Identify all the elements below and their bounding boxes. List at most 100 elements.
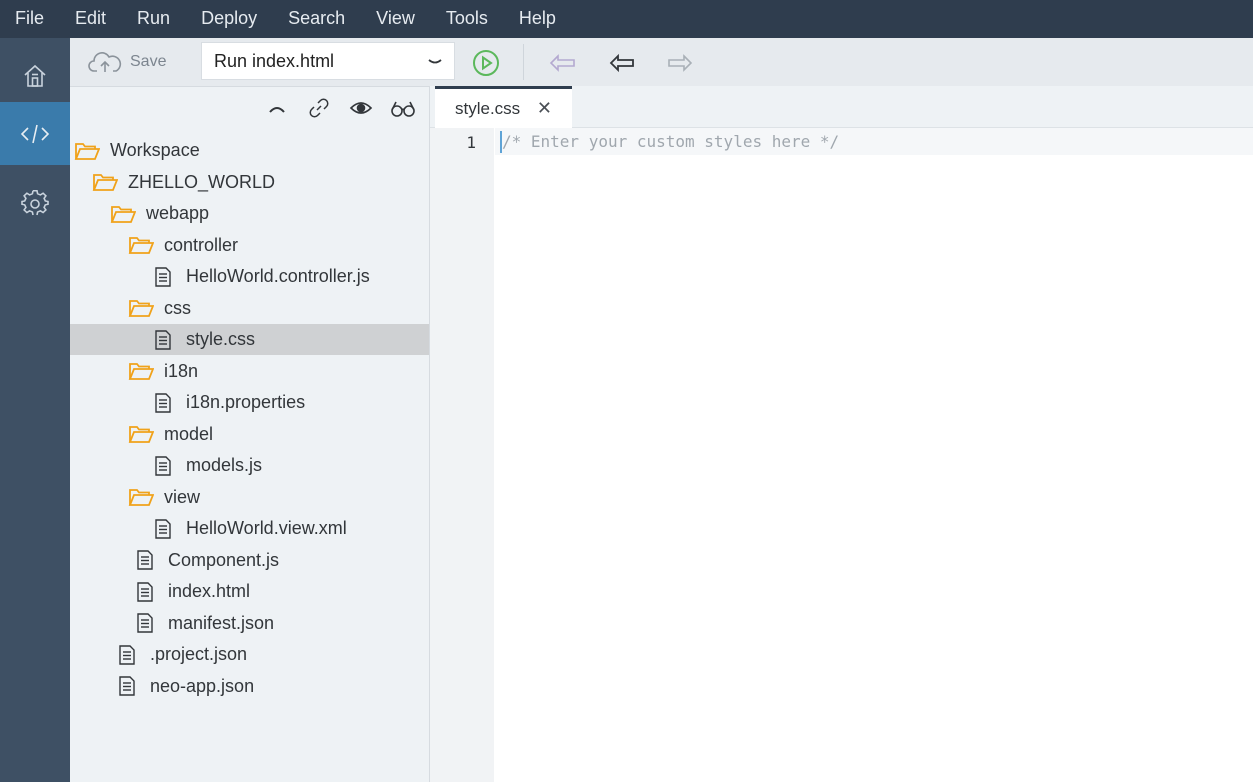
tree-node-label: HelloWorld.controller.js [186, 266, 370, 286]
link-icon [309, 98, 329, 118]
menu-help[interactable]: Help [503, 8, 571, 31]
tree-node-label: Workspace [110, 140, 200, 160]
tree-node-label: style.css [186, 329, 256, 349]
tree-file[interactable]: manifest.json [70, 608, 429, 639]
close-icon[interactable]: ✕ [537, 98, 552, 119]
menu-search[interactable]: Search [272, 8, 360, 31]
run-configuration-select[interactable]: Run index.html [201, 42, 455, 80]
toolbar: Save Run index.html [70, 38, 1253, 87]
folder-open-icon [74, 138, 100, 164]
tree-file[interactable]: style.css [70, 324, 429, 355]
file-icon [150, 390, 176, 416]
tree-file[interactable]: models.js [70, 450, 429, 481]
folder-open-icon [128, 295, 154, 321]
home-button[interactable] [0, 44, 70, 107]
run-configuration-value: Run index.html [214, 50, 335, 71]
home-icon [24, 64, 46, 87]
tree-node-label: view [164, 486, 201, 507]
tree-node-label: Component.js [168, 549, 280, 570]
preview-button[interactable] [389, 95, 417, 121]
development-button[interactable] [0, 102, 70, 165]
tree-node-label: i18n.properties [186, 392, 306, 412]
tree-folder[interactable]: model [70, 419, 429, 450]
arrow-right-icon [668, 54, 693, 72]
run-button[interactable] [470, 47, 502, 79]
tree-node-label: controller [164, 234, 239, 255]
save-button[interactable]: Save [88, 49, 166, 75]
line-number-gutter: 1 [430, 128, 494, 782]
file-icon [132, 547, 158, 573]
file-icon [150, 516, 176, 542]
tree-folder[interactable]: view [70, 482, 429, 513]
folder-open-icon [92, 169, 118, 195]
tree-file[interactable]: Component.js [70, 545, 429, 576]
file-icon [114, 673, 140, 699]
editor-tabs: style.css ✕ [430, 86, 1253, 128]
tree-folder[interactable]: ZHELLO_WORLD [70, 167, 429, 198]
tree-folder[interactable]: Workspace [70, 135, 429, 166]
tree-file[interactable]: neo-app.json [70, 671, 429, 702]
chevron-up-icon [269, 107, 285, 113]
tree-toolbar [263, 95, 417, 121]
tree-node-label: HelloWorld.view.xml [186, 518, 347, 538]
tree-node-label: model [164, 423, 214, 444]
arrow-left-first-icon [549, 54, 575, 72]
next-change-button[interactable] [664, 47, 696, 79]
arrow-left-icon [609, 53, 634, 73]
tree-folder[interactable]: i18n [70, 356, 429, 387]
code-line[interactable]: /* Enter your custom styles here */ [502, 132, 839, 151]
chevron-down-icon [428, 59, 442, 64]
menu-view[interactable]: View [360, 8, 430, 31]
tree-file[interactable]: HelloWorld.controller.js [70, 261, 429, 292]
tree-node-label: css [164, 297, 191, 318]
code-editor: style.css ✕ 1 /* Enter your custom style… [430, 86, 1253, 782]
workspace-tree-panel: Workspace ZHELLO_WORLDwebapp controller Hel… [70, 87, 430, 782]
tree-folder[interactable]: webapp [70, 198, 429, 229]
folder-open-icon [128, 421, 154, 447]
show-hidden-files-button[interactable] [347, 95, 375, 121]
eye-icon [349, 102, 373, 114]
tree-node-label: .project.json [150, 644, 248, 664]
menu-deploy[interactable]: Deploy [185, 8, 272, 31]
menu-file[interactable]: File [0, 8, 59, 31]
save-label: Save [130, 53, 167, 70]
file-icon [150, 264, 176, 290]
folder-open-icon [128, 484, 154, 510]
tree-node-label: webapp [146, 203, 210, 223]
menu-bar: File Edit Run Deploy Search View Tools Help [0, 0, 1253, 38]
tab-style-css[interactable]: style.css ✕ [435, 86, 572, 128]
file-icon [150, 453, 176, 479]
glasses-icon [391, 101, 415, 117]
activity-bar [0, 38, 70, 782]
code-icon [20, 124, 50, 143]
tree-folder[interactable]: css [70, 293, 429, 324]
tree-file[interactable]: i18n.properties [70, 387, 429, 418]
menu-tools[interactable]: Tools [430, 8, 503, 31]
folder-open-icon [110, 201, 136, 227]
tree-node-label: models.js [186, 455, 263, 475]
file-icon [132, 579, 158, 605]
play-circle-icon [473, 50, 499, 76]
tree-file[interactable]: .project.json [70, 639, 429, 670]
file-icon [114, 642, 140, 668]
folder-open-icon [128, 358, 154, 384]
link-with-editor-button[interactable] [305, 95, 333, 121]
cloud-upload-icon [88, 52, 122, 72]
tree-file[interactable]: HelloWorld.view.xml [70, 513, 429, 544]
tree-node-label: index.html [168, 581, 251, 601]
tree-node-label: neo-app.json [150, 675, 255, 696]
previous-change-button[interactable] [606, 47, 638, 79]
first-change-button[interactable] [547, 47, 579, 79]
menu-run[interactable]: Run [121, 8, 185, 31]
tree-node-label: ZHELLO_WORLD [128, 171, 276, 192]
settings-button[interactable] [0, 172, 70, 235]
tree-node-label: manifest.json [168, 612, 275, 633]
tree-folder[interactable]: controller [70, 230, 429, 261]
file-icon [150, 327, 176, 353]
tree-file[interactable]: index.html [70, 576, 429, 607]
collapse-all-button[interactable] [263, 95, 291, 121]
file-icon [132, 610, 158, 636]
menu-edit[interactable]: Edit [59, 8, 121, 31]
gear-icon [21, 189, 49, 215]
toolbar-separator [523, 44, 524, 80]
